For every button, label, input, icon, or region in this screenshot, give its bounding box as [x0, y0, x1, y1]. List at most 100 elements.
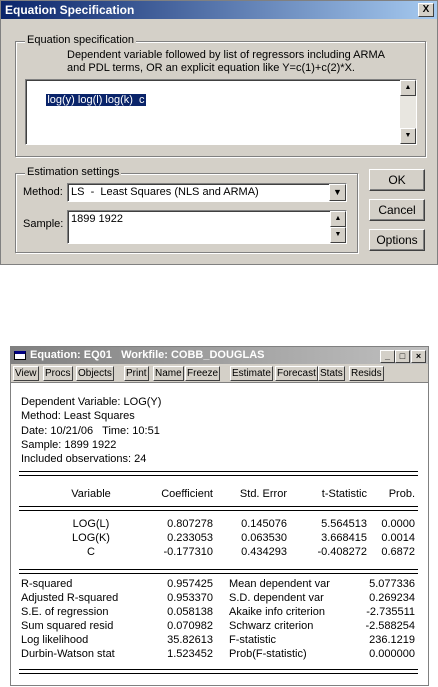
window-toolbar: View Procs Objects Print Name Freeze Est… [11, 364, 428, 383]
sample-field[interactable]: 1899 1922 ▲ ▼ [67, 210, 347, 244]
coefficient-cell: 0.233053 [167, 532, 213, 544]
stat-value: 0.953370 [167, 592, 213, 604]
dialog-title: Equation Specification [5, 3, 135, 17]
chevron-down-icon[interactable]: ▼ [329, 184, 346, 201]
ok-button[interactable]: OK [369, 169, 425, 191]
estimate-button[interactable]: Estimate [230, 366, 273, 381]
col-header-prob: Prob. [388, 488, 415, 500]
stat-label: Mean dependent var [229, 578, 330, 590]
equation-text: log(y) log(l) log(k) c [46, 94, 146, 106]
equation-specification-dialog: Equation Specification X Equation specif… [0, 0, 438, 265]
stat-value: 236.1219 [369, 634, 415, 646]
rule-double [19, 669, 418, 674]
variable-cell: C [87, 546, 95, 558]
stat-label: F-statistic [229, 634, 277, 646]
equation-textarea[interactable]: log(y) log(l) log(k) c ▲ ▼ [25, 79, 417, 145]
rule-double [19, 506, 418, 511]
stat-label: R-squared [21, 578, 73, 590]
col-header-t-statistic: t-Statistic [321, 488, 367, 500]
prob-cell: 0.6872 [381, 546, 415, 558]
t-statistic-cell: -0.408272 [317, 546, 367, 558]
stats-row: Sum squared resid 0.070982 Schwarz crite… [11, 620, 428, 634]
stat-value: -2.588254 [365, 620, 415, 632]
objects-button[interactable]: Objects [76, 366, 114, 381]
stat-label: Adjusted R-squared [21, 592, 119, 604]
equation-output-window: Equation: EQ01 Workfile: COBB_DOUGLAS _ … [10, 346, 429, 686]
scroll-up-icon[interactable]: ▲ [400, 80, 416, 96]
stats-row: Adjusted R-squared 0.953370 S.D. depende… [11, 592, 428, 606]
scroll-down-icon[interactable]: ▼ [330, 227, 346, 243]
stat-value: 0.058138 [167, 606, 213, 618]
col-header-coefficient: Coefficient [161, 488, 213, 500]
equation-scrollbar[interactable]: ▲ ▼ [400, 80, 416, 144]
stat-label: S.D. dependent var [229, 592, 324, 604]
stat-value: 0.000000 [369, 648, 415, 660]
name-button[interactable]: Name [153, 366, 184, 381]
resids-button[interactable]: Resids [349, 366, 384, 381]
col-header-variable: Variable [71, 488, 111, 500]
stats-row: Durbin-Watson stat 1.523452 Prob(F-stati… [11, 648, 428, 662]
sample-value: 1899 1922 [71, 213, 123, 225]
sample-scrollbar[interactable]: ▲ ▼ [330, 211, 346, 243]
freeze-button[interactable]: Freeze [185, 366, 221, 381]
rule-double [19, 569, 418, 574]
rule-double [19, 471, 418, 476]
hint-line-2: and PDL terms, OR an explicit equation l… [67, 62, 355, 74]
sample-label: Sample: [23, 218, 64, 230]
std-error-cell: 0.063530 [241, 532, 287, 544]
variable-cell: LOG(L) [72, 518, 110, 530]
cancel-button[interactable]: Cancel [369, 199, 425, 221]
close-icon[interactable]: × [411, 350, 426, 363]
t-statistic-cell: 5.564513 [321, 518, 367, 530]
prob-cell: 0.0014 [381, 532, 415, 544]
stat-value: 0.957425 [167, 578, 213, 590]
stat-value: 5.077336 [369, 578, 415, 590]
variable-cell: LOG(K) [72, 532, 110, 544]
header-date: Date: 10/21/06 Time: 10:51 [21, 425, 160, 437]
stat-value: 1.523452 [167, 648, 213, 660]
coefficient-cell: 0.807278 [167, 518, 213, 530]
minimize-icon[interactable]: _ [380, 350, 395, 363]
method-select[interactable]: LS - Least Squares (NLS and ARMA) ▼ [67, 183, 347, 202]
stat-value: 0.269234 [369, 592, 415, 604]
header-dependent-variable: Dependent Variable: LOG(Y) [21, 396, 162, 408]
estimation-settings-legend: Estimation settings [25, 166, 122, 178]
stat-label: Durbin-Watson stat [21, 648, 115, 660]
hint-line-1: Dependent variable followed by list of r… [67, 49, 385, 61]
print-button[interactable]: Print [124, 366, 149, 381]
table-row: C -0.177310 0.434293 -0.408272 0.6872 [11, 546, 428, 560]
scroll-up-icon[interactable]: ▲ [330, 211, 346, 227]
scroll-down-icon[interactable]: ▼ [400, 128, 416, 144]
window-title-bar[interactable]: Equation: EQ01 Workfile: COBB_DOUGLAS _ … [11, 347, 428, 364]
prob-cell: 0.0000 [381, 518, 415, 530]
stat-label: Sum squared resid [21, 620, 114, 632]
options-button[interactable]: Options [369, 229, 425, 251]
stat-label: Log likelihood [21, 634, 89, 646]
stat-label: S.E. of regression [21, 606, 109, 618]
stats-button[interactable]: Stats [318, 366, 345, 381]
method-value: LS - Least Squares (NLS and ARMA) [71, 186, 259, 198]
coefficient-cell: -0.177310 [163, 546, 213, 558]
table-row: LOG(K) 0.233053 0.063530 3.668415 0.0014 [11, 532, 428, 546]
forecast-button[interactable]: Forecast [275, 366, 318, 381]
stat-label: Akaike info criterion [229, 606, 325, 618]
procs-button[interactable]: Procs [43, 366, 73, 381]
stats-row: R-squared 0.957425 Mean dependent var 5.… [11, 578, 428, 592]
stat-value: -2.735511 [366, 606, 415, 618]
std-error-cell: 0.145076 [241, 518, 287, 530]
t-statistic-cell: 3.668415 [321, 532, 367, 544]
maximize-icon[interactable]: □ [395, 350, 410, 363]
window-title: Equation: EQ01 Workfile: COBB_DOUGLAS [30, 349, 265, 361]
stat-label: Prob(F-statistic) [229, 648, 307, 660]
std-error-cell: 0.434293 [241, 546, 287, 558]
equation-specification-legend: Equation specification [25, 34, 137, 46]
window-icon [14, 351, 26, 360]
view-button[interactable]: View [13, 366, 39, 381]
col-header-std-error: Std. Error [239, 488, 287, 500]
stats-row: S.E. of regression 0.058138 Akaike info … [11, 606, 428, 620]
stat-label: Schwarz criterion [229, 620, 314, 632]
header-sample: Sample: 1899 1922 [21, 439, 117, 451]
close-button[interactable]: X [418, 3, 434, 17]
dialog-title-bar[interactable]: Equation Specification [1, 1, 437, 19]
header-method: Method: Least Squares [21, 410, 135, 422]
